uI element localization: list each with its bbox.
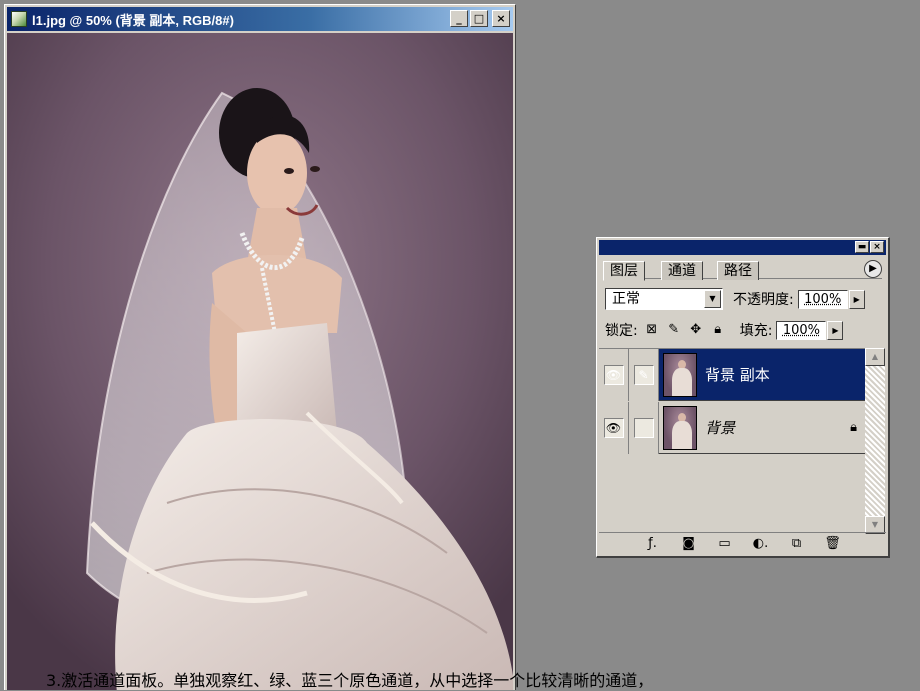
- layer-name: 背景: [705, 419, 736, 437]
- image-file-icon: [11, 11, 27, 27]
- lock-label: 锁定:: [605, 323, 638, 339]
- image-canvas[interactable]: [7, 33, 513, 690]
- tab-paths[interactable]: 路径: [717, 261, 759, 280]
- blend-mode-select[interactable]: 正常 ▼: [605, 288, 723, 310]
- new-group-icon[interactable]: ▭: [716, 536, 734, 551]
- scroll-up-icon[interactable]: ▲: [865, 348, 885, 366]
- layer-row-background-copy[interactable]: 👁︎ ✎ 背景 副本: [599, 348, 865, 401]
- minimize-button[interactable]: _: [450, 10, 468, 27]
- lock-position-icon[interactable]: ✥: [688, 322, 704, 338]
- palette-close-button[interactable]: ×: [870, 241, 884, 253]
- visibility-toggle[interactable]: 👁︎: [599, 401, 629, 454]
- palette-window-controls: ▬ ×: [855, 241, 884, 253]
- tab-layers[interactable]: 图层: [603, 261, 645, 281]
- blend-mode-value: 正常: [612, 291, 640, 307]
- lock-all-icon[interactable]: 🔒︎: [710, 322, 726, 338]
- link-toggle[interactable]: [629, 401, 659, 454]
- fill-input[interactable]: 100%: [776, 320, 827, 340]
- fill-label: 填充:: [739, 323, 773, 339]
- eye-icon: 👁︎: [603, 417, 624, 438]
- layer-thumbnail: [663, 352, 697, 397]
- layer-thumbnail: [663, 405, 697, 450]
- maximize-button[interactable]: □: [470, 10, 488, 27]
- palette-tabs: 图层 通道 路径 ▶: [603, 259, 882, 281]
- bride-photo: [7, 33, 513, 690]
- palette-footer: ƒ. ◙ ▭ ◐. ⧉ 🗑︎: [599, 532, 886, 554]
- blend-opacity-row: 正常 ▼ 不透明度: 100% ▶: [605, 288, 880, 310]
- chevron-down-icon[interactable]: ▼: [704, 290, 721, 308]
- close-button[interactable]: ×: [492, 10, 510, 27]
- layers-list: 👁︎ ✎ 背景 副本 👁︎ 背景 🔒︎: [599, 348, 865, 534]
- caption-text: 3.激活通道面板。单独观察红、绿、蓝三个原色通道，从中选择一个比较清晰的通道，: [46, 671, 654, 690]
- palette-minimize-button[interactable]: ▬: [855, 241, 869, 253]
- brush-icon: ✎: [633, 364, 654, 385]
- tab-channels[interactable]: 通道: [661, 261, 703, 280]
- link-toggle[interactable]: ✎: [629, 348, 659, 401]
- document-title: l1.jpg @ 50% (背景 副本, RGB/8#): [32, 12, 234, 28]
- opacity-input[interactable]: 100%: [797, 289, 848, 309]
- layer-style-icon[interactable]: ƒ.: [644, 536, 662, 551]
- empty-link-box: [633, 417, 654, 438]
- lock-transparent-pixels-icon[interactable]: ⊠: [644, 322, 660, 338]
- layers-palette: ▬ × 图层 通道 路径 ▶ 正常 ▼ 不透明度: 100% ▶ 锁定: ⊠ ✎…: [596, 237, 890, 558]
- lock-image-pixels-icon[interactable]: ✎: [666, 322, 682, 338]
- opacity-slider-arrow-icon[interactable]: ▶: [848, 289, 865, 309]
- new-layer-icon[interactable]: ⧉: [788, 536, 806, 551]
- lock-icon: 🔒︎: [850, 420, 857, 435]
- add-mask-icon[interactable]: ◙: [680, 536, 698, 551]
- lock-fill-row: 锁定: ⊠ ✎ ✥ 🔒︎ 填充: 100% ▶: [605, 320, 880, 340]
- layer-row-background[interactable]: 👁︎ 背景 🔒︎: [599, 401, 865, 454]
- palette-titlebar[interactable]: ▬ ×: [599, 240, 886, 255]
- layers-scrollbar[interactable]: ▲ ▼: [865, 348, 885, 534]
- visibility-toggle[interactable]: 👁︎: [599, 348, 629, 401]
- document-window: l1.jpg @ 50% (背景 副本, RGB/8#) _ □ ×: [4, 4, 516, 690]
- document-titlebar[interactable]: l1.jpg @ 50% (背景 副本, RGB/8#) _ □ ×: [7, 7, 513, 31]
- fill-slider-arrow-icon[interactable]: ▶: [827, 320, 844, 340]
- window-controls: _ □ ×: [450, 10, 510, 27]
- eye-icon: 👁︎: [603, 364, 624, 385]
- opacity-label: 不透明度:: [733, 292, 794, 308]
- trash-icon[interactable]: 🗑︎: [824, 536, 842, 551]
- palette-menu-icon[interactable]: ▶: [864, 260, 882, 278]
- adjustment-layer-icon[interactable]: ◐.: [752, 536, 770, 551]
- layer-name: 背景 副本: [705, 366, 770, 384]
